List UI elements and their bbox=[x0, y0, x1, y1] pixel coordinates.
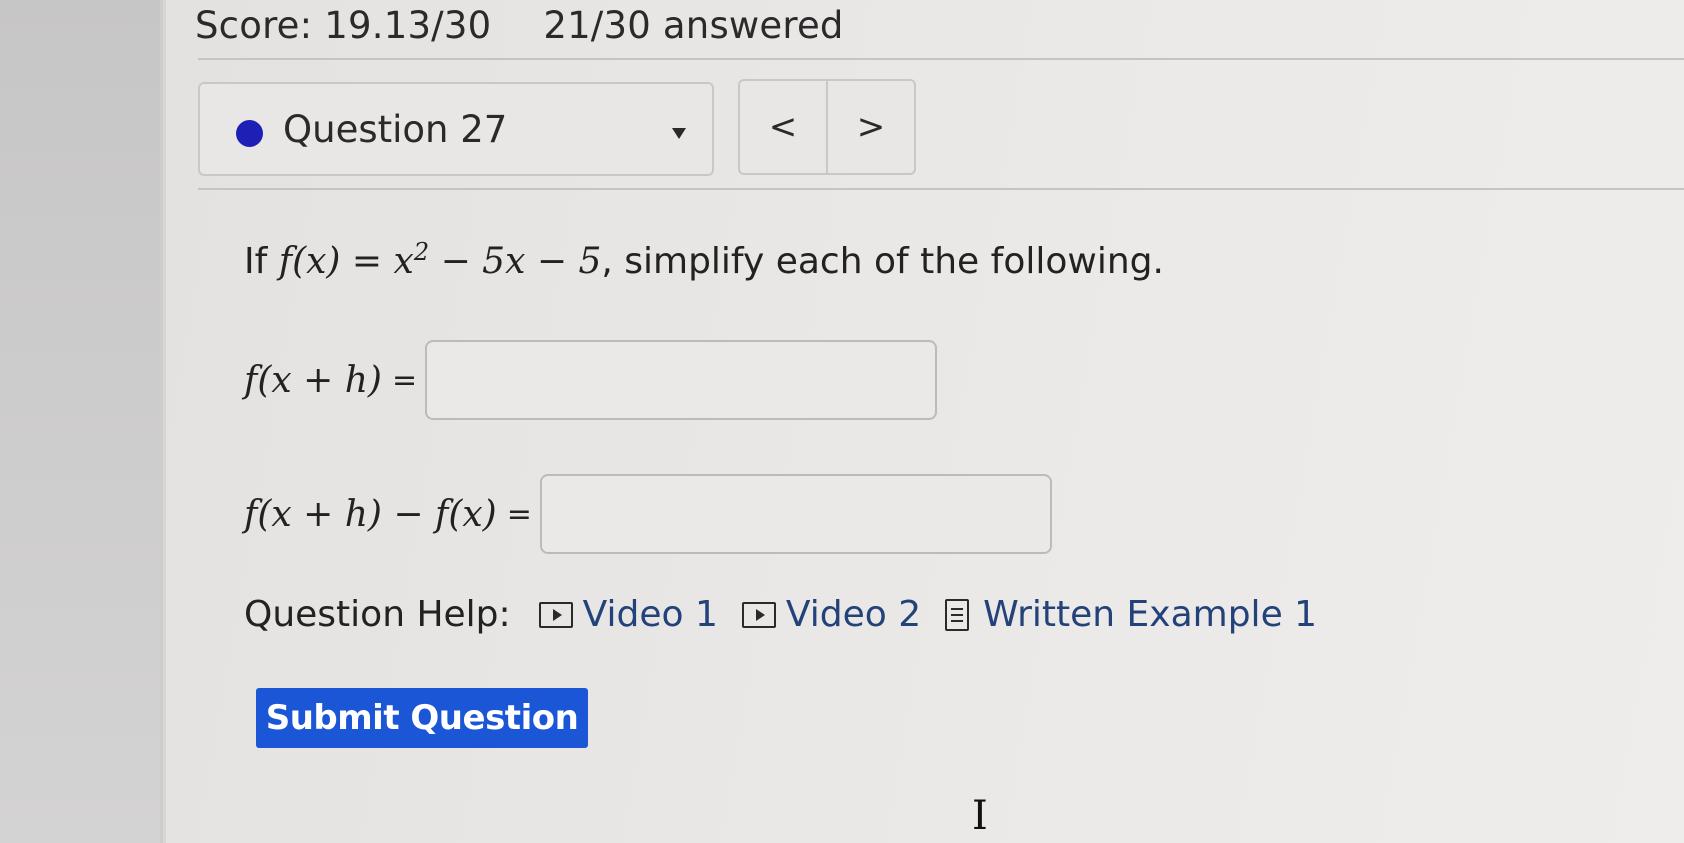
chevron-down-icon bbox=[672, 128, 686, 139]
written-example-label: Written Example 1 bbox=[983, 594, 1318, 635]
question-prefix: If bbox=[244, 241, 268, 282]
answered-count: 21/30 answered bbox=[543, 4, 844, 47]
question-suffix: , simplify each of the following. bbox=[601, 241, 1164, 282]
header-divider bbox=[198, 188, 1684, 190]
score-bar: Score: 19.13/30 21/30 answered bbox=[195, 4, 844, 47]
left-margin bbox=[0, 0, 163, 843]
previous-question-button[interactable]: < bbox=[740, 81, 828, 173]
video-1-link[interactable]: Video 1 bbox=[538, 594, 718, 635]
answer-1-equals: = bbox=[391, 362, 418, 398]
question-selector-label: Question 27 bbox=[283, 108, 508, 151]
question-prompt: If f(x) = x2 − 5x − 5, simplify each of … bbox=[244, 238, 1164, 282]
text-cursor-icon: I bbox=[972, 793, 988, 839]
answer-1-input[interactable] bbox=[425, 340, 938, 420]
question-help: Question Help: Video 1 Video 2 Written E… bbox=[244, 594, 1341, 635]
question-status-dot bbox=[236, 120, 263, 147]
question-pager: < > bbox=[738, 79, 916, 175]
written-example-link[interactable]: Written Example 1 bbox=[945, 594, 1317, 635]
question-help-label: Question Help: bbox=[244, 594, 511, 635]
answer-2-equals: = bbox=[506, 496, 532, 532]
function-definition: f(x) = x2 − 5x − 5 bbox=[278, 238, 602, 282]
next-question-button[interactable]: > bbox=[828, 81, 914, 173]
answer-2-input[interactable] bbox=[539, 474, 1052, 554]
document-icon bbox=[945, 598, 970, 631]
video-1-label: Video 1 bbox=[582, 594, 718, 635]
video-2-link[interactable]: Video 2 bbox=[741, 594, 922, 635]
answer-row-1: f(x + h) = bbox=[244, 340, 938, 420]
top-divider bbox=[198, 58, 1684, 60]
submit-question-button[interactable]: Submit Question bbox=[256, 688, 588, 748]
score-text: Score: 19.13/30 bbox=[195, 4, 492, 47]
answer-1-expression: f(x + h) bbox=[244, 359, 382, 401]
video-icon bbox=[741, 601, 776, 628]
answer-2-expression: f(x + h) − f(x) bbox=[244, 493, 497, 535]
video-2-label: Video 2 bbox=[785, 594, 922, 635]
answer-row-2: f(x + h) − f(x) = bbox=[244, 474, 1052, 554]
question-selector[interactable]: Question 27 bbox=[198, 82, 714, 176]
video-icon bbox=[538, 601, 573, 628]
